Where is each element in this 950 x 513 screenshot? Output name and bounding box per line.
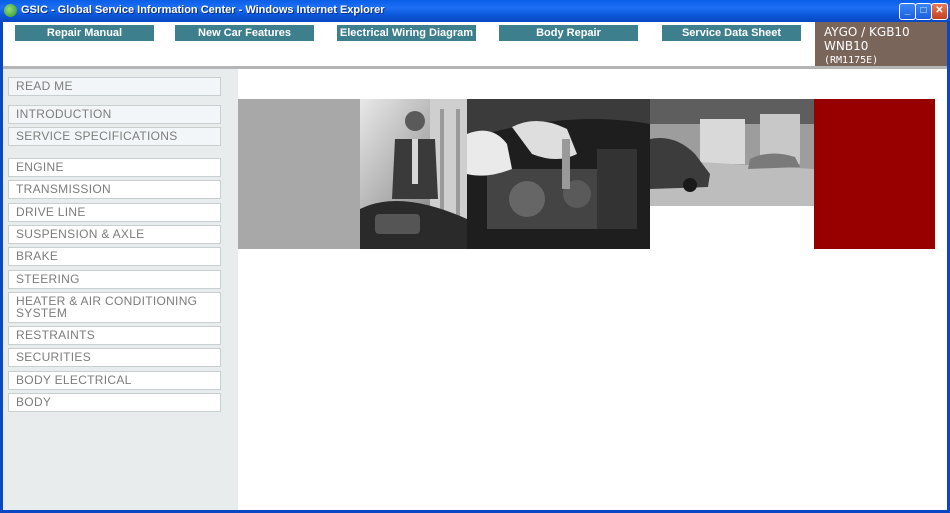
model-info: AYGO / KGB10 WNB10 (RM1175E) (815, 22, 947, 66)
sidebar: READ ME INTRODUCTION SERVICE SPECIFICATI… (3, 69, 238, 510)
top-navigation: Repair Manual New Car Features Electrica… (3, 22, 947, 66)
model-name: AYGO / KGB10 (824, 25, 910, 39)
app-icon (4, 4, 17, 17)
minimize-icon[interactable]: _ (899, 3, 916, 20)
window-title: GSIC - Global Service Information Center… (21, 4, 385, 16)
menu-item-body[interactable]: BODY (8, 393, 221, 412)
engine-bay-photo (467, 99, 650, 249)
menu-item-transmission[interactable]: TRANSMISSION (8, 180, 221, 199)
service-data-sheet-button[interactable]: Service Data Sheet (662, 25, 801, 41)
body-repair-button[interactable]: Body Repair (499, 25, 638, 41)
technician-photo (360, 99, 467, 249)
menu-item-service-specifications[interactable]: SERVICE SPECIFICATIONS (8, 127, 221, 146)
menu-item-introduction[interactable]: INTRODUCTION (8, 105, 221, 124)
title-bar: GSIC - Global Service Information Center… (0, 0, 950, 22)
menu-item-restraints[interactable]: RESTRAINTS (8, 326, 221, 345)
banner-gray-panel (238, 99, 360, 249)
model-variant: WNB10 (824, 39, 869, 53)
maximize-icon[interactable]: □ (915, 3, 932, 20)
menu-item-suspension-axle[interactable]: SUSPENSION & AXLE (8, 225, 221, 244)
menu-item-drive-line[interactable]: DRIVE LINE (8, 203, 221, 222)
menu-item-read-me[interactable]: READ ME (8, 77, 221, 96)
menu-item-body-electrical[interactable]: BODY ELECTRICAL (8, 371, 221, 390)
menu-item-heater-air-conditioning[interactable]: HEATER & AIR CONDITIONING SYSTEM (8, 292, 221, 323)
manual-code: (RM1175E) (824, 55, 879, 66)
menu-item-securities[interactable]: SECURITIES (8, 348, 221, 367)
new-car-features-button[interactable]: New Car Features (175, 25, 314, 41)
electrical-wiring-diagram-button[interactable]: Electrical Wiring Diagram (337, 25, 476, 41)
workshop-photo (650, 99, 814, 206)
menu-item-engine[interactable]: ENGINE (8, 158, 221, 177)
menu-item-steering[interactable]: STEERING (8, 270, 221, 289)
banner-red-panel (814, 99, 935, 249)
close-icon[interactable]: ✕ (931, 3, 948, 20)
menu-item-brake[interactable]: BRAKE (8, 247, 221, 266)
repair-manual-button[interactable]: Repair Manual (15, 25, 154, 41)
